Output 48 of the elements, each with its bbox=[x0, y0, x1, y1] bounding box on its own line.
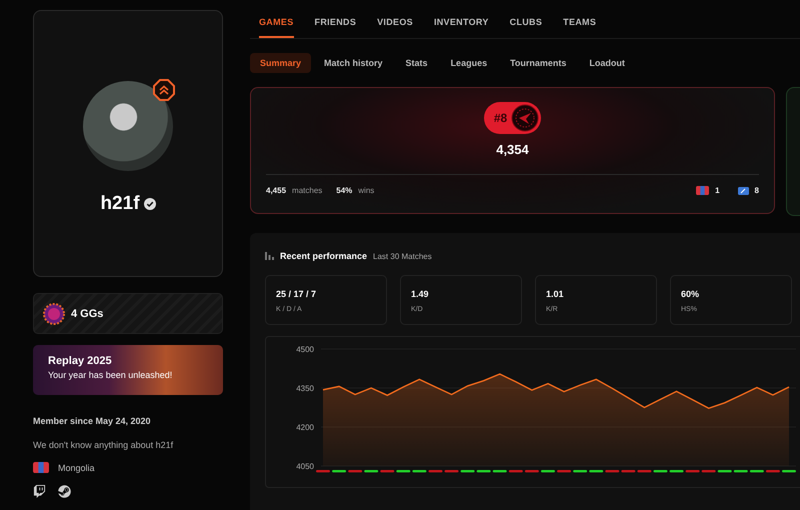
y-axis-label: 4050 bbox=[296, 462, 314, 471]
section-title: Recent performance bbox=[280, 251, 368, 261]
y-axis-label: 4500 bbox=[296, 345, 314, 354]
match-label: matches bbox=[292, 186, 322, 196]
country-rank: 1 bbox=[715, 186, 720, 196]
replay-title: Replay 2025 bbox=[48, 355, 113, 367]
gg-count: 4 GGs bbox=[71, 308, 104, 320]
gg-card[interactable]: 4 GGs bbox=[33, 293, 223, 334]
nav-tab[interactable]: TEAMS bbox=[563, 17, 596, 38]
rank-pill: #8 bbox=[484, 102, 542, 134]
flag-icon bbox=[33, 462, 49, 474]
stat-value: 60% bbox=[681, 289, 700, 299]
twitch-icon[interactable] bbox=[33, 485, 46, 498]
level-emblem-icon bbox=[511, 104, 540, 132]
username: h21f bbox=[100, 193, 140, 215]
bio-text: We don't know anything about h21f bbox=[33, 440, 174, 450]
bar-chart-icon bbox=[265, 252, 274, 260]
member-since: Member since May 24, 2020 bbox=[33, 416, 152, 426]
section-subtitle: Last 30 Matches bbox=[373, 252, 432, 260]
nav-tab[interactable]: INVENTORY bbox=[434, 17, 489, 38]
replay-banner[interactable]: Replay 2025 Your year has been unleashed! bbox=[33, 345, 223, 395]
gg-badge-icon bbox=[43, 302, 65, 324]
stat-value: 1.01 bbox=[546, 289, 565, 299]
level-badge-icon bbox=[153, 79, 175, 101]
elo-rating: 4,354 bbox=[496, 142, 529, 157]
nav-tab[interactable]: VIDEOS bbox=[377, 17, 413, 38]
sub-tab[interactable]: Loadout bbox=[579, 53, 635, 73]
y-axis-label: 4200 bbox=[296, 423, 314, 432]
win-rate: 54% bbox=[336, 186, 352, 196]
nav-tab[interactable]: CLUBS bbox=[510, 17, 542, 38]
match-count: 4,455 bbox=[266, 186, 286, 196]
sub-tab[interactable]: Tournaments bbox=[500, 53, 576, 73]
stat-value: 25 / 17 / 7 bbox=[276, 289, 318, 299]
steam-icon[interactable] bbox=[58, 485, 71, 498]
replay-subtitle: Your year has been unleashed! bbox=[48, 370, 174, 380]
sub-tab[interactable]: Stats bbox=[396, 53, 438, 73]
y-axis-label: 4350 bbox=[296, 384, 314, 393]
country-name: Mongolia bbox=[58, 462, 95, 473]
stat-value: 1.49 bbox=[411, 289, 430, 299]
flag-icon bbox=[696, 186, 710, 196]
region-flag-icon bbox=[738, 186, 749, 195]
sub-tab[interactable]: Summary bbox=[250, 53, 312, 73]
sub-tab[interactable]: Leagues bbox=[440, 53, 498, 73]
win-label: wins bbox=[358, 186, 374, 196]
nav-tab[interactable]: GAMES bbox=[259, 17, 294, 38]
region-rank: 8 bbox=[754, 186, 759, 196]
sub-tab[interactable]: Match history bbox=[314, 53, 393, 73]
nav-tab[interactable]: FRIENDS bbox=[314, 17, 356, 38]
